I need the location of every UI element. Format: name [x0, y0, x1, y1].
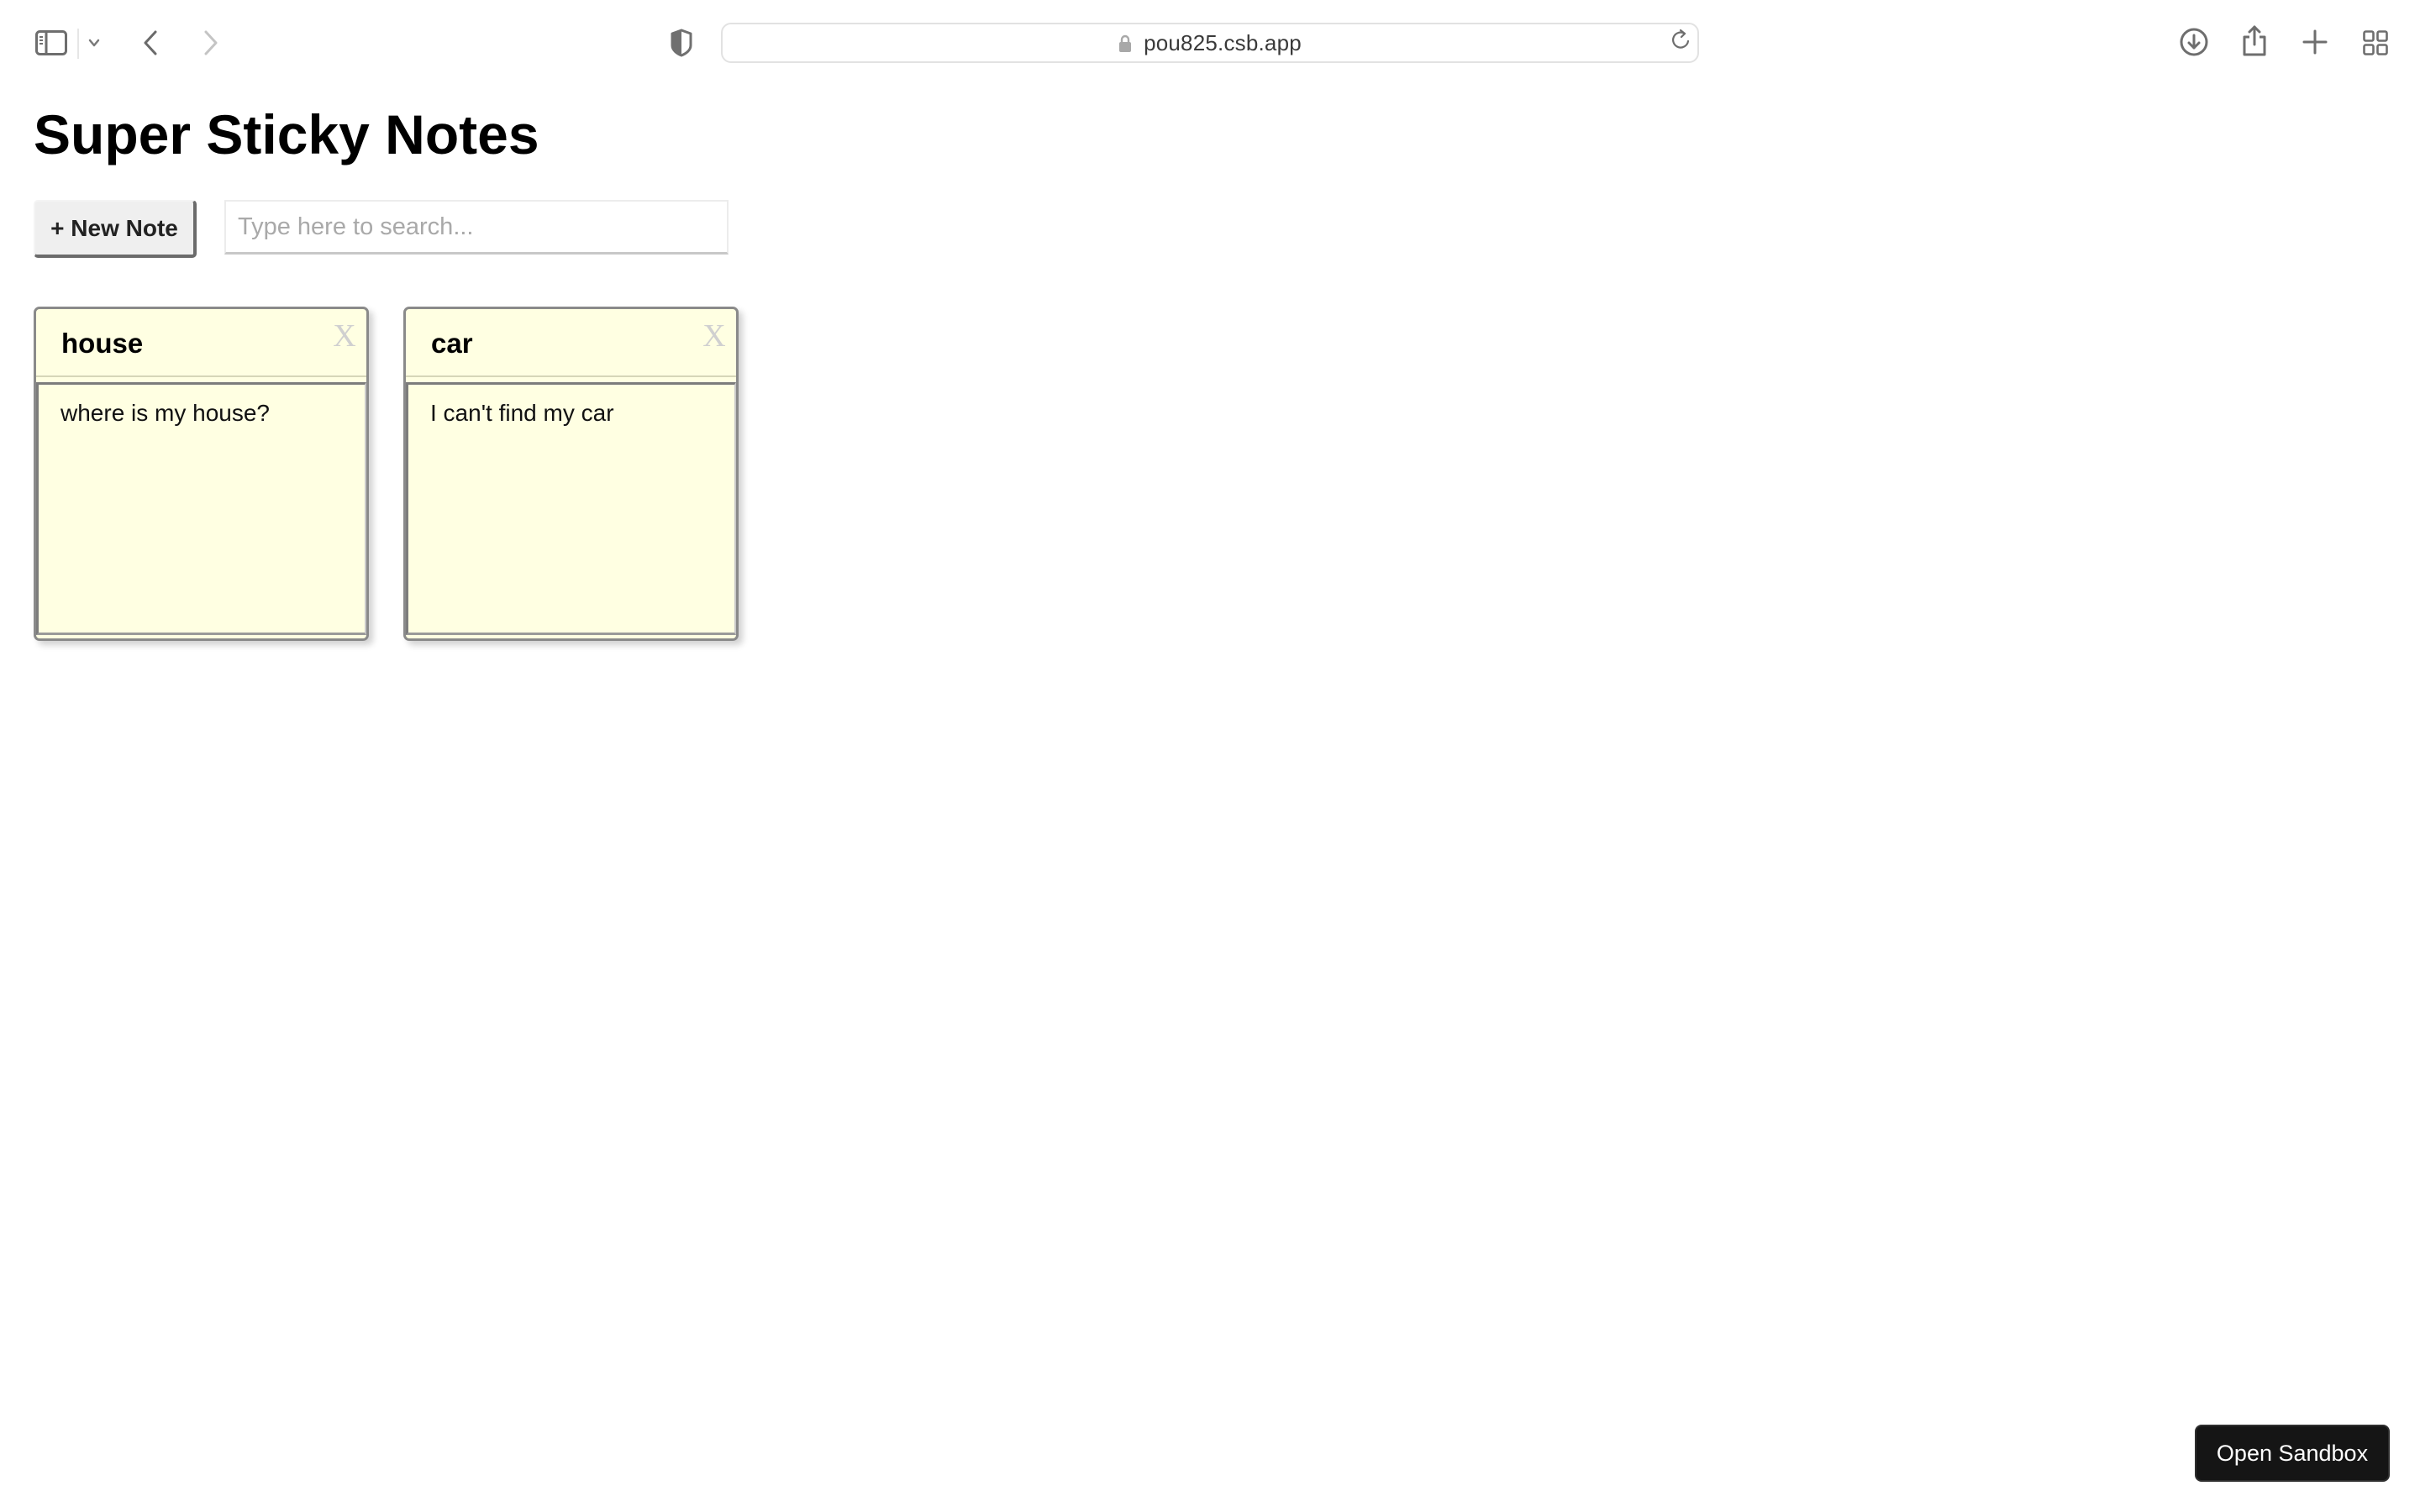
- note-card: house X where is my house?: [34, 307, 369, 641]
- browser-toolbar: pou825.csb.app: [0, 0, 2420, 84]
- url-text: pou825.csb.app: [1144, 29, 1302, 55]
- note-body[interactable]: I can't find my car: [406, 382, 736, 635]
- address-bar-content: pou825.csb.app: [723, 24, 1697, 61]
- tab-overview-grid-icon[interactable]: [2363, 30, 2388, 55]
- chevron-down-icon[interactable]: [87, 37, 101, 49]
- share-icon[interactable]: [2241, 25, 2268, 57]
- search-input[interactable]: [224, 200, 729, 255]
- close-icon[interactable]: X: [699, 320, 729, 352]
- download-icon[interactable]: [2180, 28, 2208, 56]
- shield-icon[interactable]: [670, 29, 693, 57]
- note-title[interactable]: car: [431, 328, 473, 360]
- new-note-button[interactable]: + New Note: [34, 200, 197, 258]
- page-title: Super Sticky Notes: [34, 103, 539, 165]
- close-icon[interactable]: X: [329, 320, 360, 352]
- note-title[interactable]: house: [61, 328, 143, 360]
- note-header: car X: [406, 309, 736, 377]
- forward-chevron-icon[interactable]: [202, 30, 220, 55]
- open-sandbox-button[interactable]: Open Sandbox: [2195, 1425, 2390, 1482]
- toolbar-divider: [77, 29, 79, 59]
- sidebar-toggle-icon[interactable]: [35, 30, 67, 55]
- back-chevron-icon[interactable]: [141, 30, 160, 55]
- note-card: car X I can't find my car: [403, 307, 739, 641]
- reload-icon[interactable]: [1670, 29, 1691, 51]
- note-body[interactable]: where is my house?: [36, 382, 366, 635]
- lock-icon: [1118, 34, 1132, 53]
- new-tab-plus-icon[interactable]: [2302, 29, 2328, 55]
- note-header: house X: [36, 309, 366, 377]
- address-bar[interactable]: pou825.csb.app: [721, 23, 1699, 63]
